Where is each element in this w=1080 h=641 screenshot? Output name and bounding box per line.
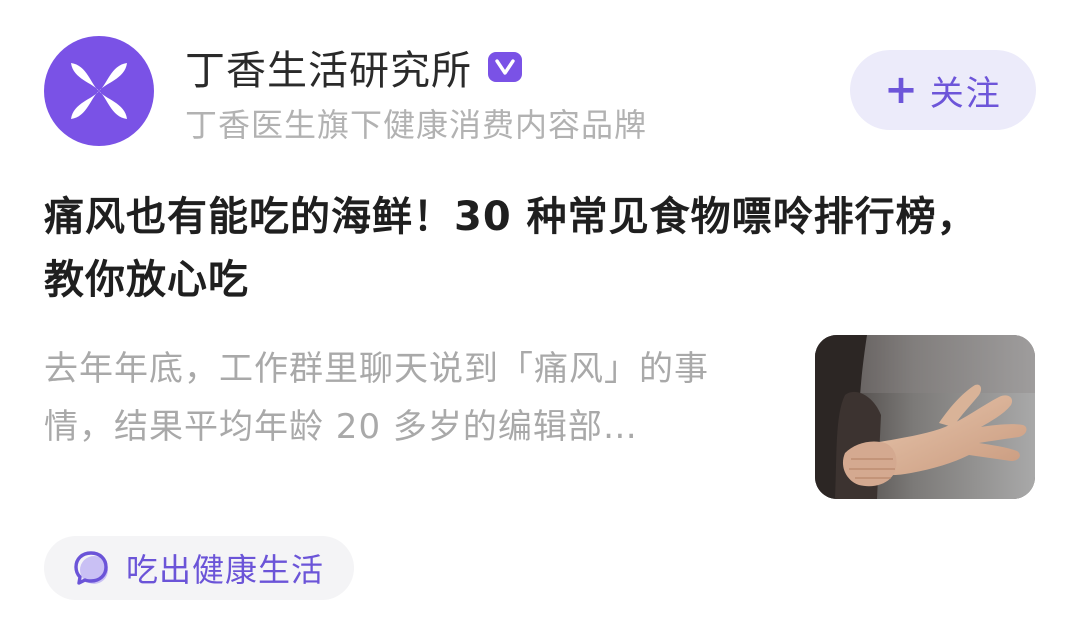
topic-label: 吃出健康生活 <box>126 551 325 589</box>
speech-bubble-icon <box>74 551 108 585</box>
flower-logo-icon <box>71 63 127 119</box>
article-title[interactable]: 痛风也有能吃的海鲜！30 种常见食物嘌呤排行榜，教你放心吃 <box>44 186 994 312</box>
verified-badge-icon <box>488 52 522 82</box>
follow-button[interactable]: + 关注 <box>850 50 1036 130</box>
hand-wrist-photo-image <box>815 335 1035 499</box>
account-name-row: 丁香生活研究所 <box>185 38 522 96</box>
verified-v-icon <box>495 59 515 75</box>
article-thumbnail[interactable] <box>815 335 1035 499</box>
article-excerpt: 去年年底，工作群里聊天说到「痛风」的事情，结果平均年龄 20 多岁的编辑部… <box>44 349 709 447</box>
article-card[interactable]: 丁香生活研究所 丁香医生旗下健康消费内容品牌 + 关注 痛风也有能吃的海鲜！30… <box>0 0 1080 641</box>
follow-label: 关注 <box>929 73 1002 114</box>
account-name[interactable]: 丁香生活研究所 <box>185 38 472 96</box>
account-avatar[interactable] <box>44 36 154 146</box>
account-description: 丁香医生旗下健康消费内容品牌 <box>185 106 648 144</box>
topic-tag[interactable]: 吃出健康生活 <box>44 536 355 600</box>
plus-icon: + <box>884 67 918 113</box>
